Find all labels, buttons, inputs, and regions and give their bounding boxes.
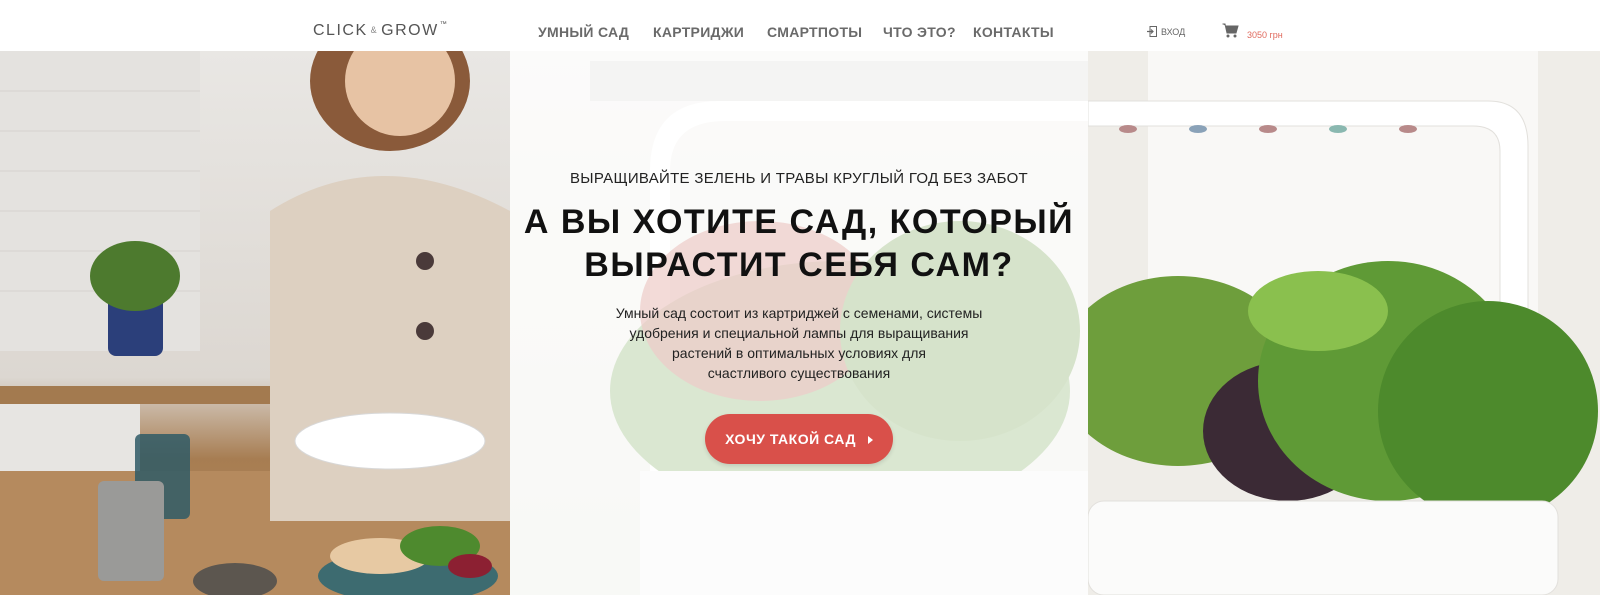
hero-headline: А ВЫ ХОТИТЕ САД, КОТОРЫЙ ВЫРАСТИТ СЕБЯ С… bbox=[510, 201, 1088, 287]
cart-button[interactable]: 3050 грн bbox=[1222, 23, 1283, 43]
hero-description: Умный сад состоит из картриджей с семена… bbox=[599, 303, 999, 383]
click-and-grow-logo[interactable]: CLICK & GROW™ bbox=[313, 21, 448, 40]
hero-headline-line-1: А ВЫ ХОТИТЕ САД, КОТОРЫЙ bbox=[523, 203, 1075, 241]
want-garden-button[interactable]: ХОЧУ ТАКОЙ САД bbox=[705, 414, 893, 464]
login-label: ВХОД bbox=[1161, 26, 1186, 37]
nav-item-cartridges[interactable]: КАРТРИДЖИ bbox=[653, 24, 744, 40]
nav-item-what-is-it[interactable]: ЧТО ЭТО? bbox=[883, 24, 956, 40]
login-icon bbox=[1147, 26, 1157, 37]
chevron-right-icon bbox=[867, 435, 873, 444]
kitchen-woman-photo bbox=[0, 51, 510, 595]
nav-item-smart-garden[interactable]: УМНЫЙ САД bbox=[538, 24, 629, 40]
smart-garden-photo-right bbox=[1058, 51, 1600, 595]
logo-word-grow: GROW bbox=[381, 22, 439, 39]
hero-description-line-4: счастливого существования bbox=[707, 365, 891, 381]
hero-description-line-2: удобрения и специальной лампы для выращи… bbox=[629, 325, 969, 341]
hero-subheading: ВЫРАЩИВАЙТЕ ЗЕЛЕНЬ И ТРАВЫ КРУГЛЫЙ ГОД Б… bbox=[569, 170, 1029, 187]
cart-total: 3050 грн bbox=[1247, 30, 1283, 40]
hero-content: ВЫРАЩИВАЙТЕ ЗЕЛЕНЬ И ТРАВЫ КРУГЛЫЙ ГОД Б… bbox=[510, 51, 1088, 595]
hero-headline-line-2: ВЫРАСТИТ СЕБЯ САМ? bbox=[584, 246, 1014, 284]
site-header: CLICK & GROW™ УМНЫЙ САД КАРТРИДЖИ СМАРТПОТ… bbox=[0, 0, 1600, 51]
logo-ampersand: & bbox=[370, 25, 379, 35]
hero-description-line-3: растений в оптимальных условиях для bbox=[672, 345, 926, 361]
nav-item-smartpots[interactable]: СМАРТПОТЫ bbox=[767, 24, 862, 40]
login-link[interactable]: ВХОД bbox=[1147, 26, 1185, 37]
want-garden-button-label: ХОЧУ ТАКОЙ САД bbox=[725, 431, 856, 447]
hero-section: ВЫРАЩИВАЙТЕ ЗЕЛЕНЬ И ТРАВЫ КРУГЛЫЙ ГОД Б… bbox=[0, 51, 1600, 595]
shopping-cart-icon bbox=[1222, 23, 1239, 43]
logo-trademark: ™ bbox=[439, 21, 449, 28]
logo-word-click: CLICK bbox=[313, 22, 368, 39]
hero-description-line-1: Умный сад состоит из картриджей с семена… bbox=[615, 305, 983, 321]
nav-item-contacts[interactable]: КОНТАКТЫ bbox=[973, 24, 1054, 40]
